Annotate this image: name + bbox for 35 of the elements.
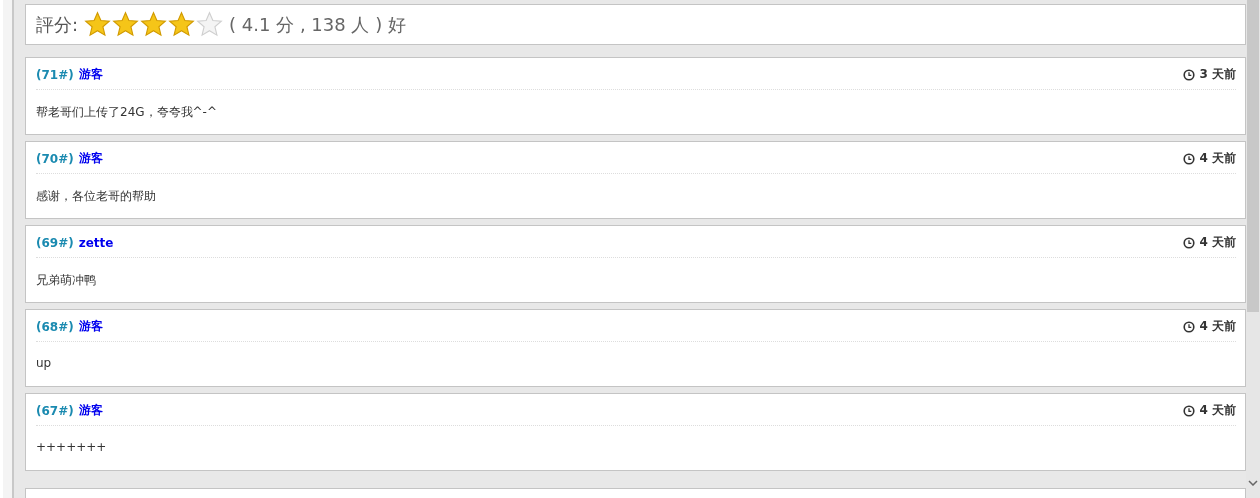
comment-time: 4 天前 — [1199, 318, 1236, 335]
user-link[interactable]: zette — [78, 235, 114, 250]
clock-icon — [1183, 236, 1196, 249]
user-link[interactable]: 游客 — [78, 150, 103, 167]
star-icon — [84, 11, 112, 38]
comment-text: 帮老哥们上传了24G，夸夸我^-^ — [36, 104, 218, 121]
star-icon — [168, 11, 196, 38]
comment-time: 3 天前 — [1199, 66, 1236, 83]
clock-icon — [1183, 68, 1196, 81]
comment-text: 兄弟萌冲鸭 — [36, 272, 97, 289]
clock-icon — [1183, 404, 1196, 417]
floor-number: (67#) — [36, 403, 74, 418]
comment-time: 4 天前 — [1199, 234, 1236, 251]
scroll-thumb[interactable] — [1247, 0, 1259, 312]
user-link[interactable]: 游客 — [78, 318, 103, 335]
scroll-down-icon[interactable] — [1248, 480, 1258, 486]
floor-number: (70#) — [36, 151, 74, 166]
comment-text: +++++++ — [36, 439, 108, 454]
floor-number: (69#) — [36, 235, 74, 250]
comment-text: up — [36, 355, 53, 370]
star-icon — [140, 11, 168, 38]
rating-label: 評分: — [36, 12, 79, 37]
user-link[interactable]: 游客 — [78, 402, 103, 419]
floor-number: (71#) — [36, 67, 74, 82]
comment-time: 4 天前 — [1199, 150, 1236, 167]
floor-number: (68#) — [36, 319, 74, 334]
comment-time: 4 天前 — [1199, 402, 1236, 419]
clock-icon — [1183, 320, 1196, 333]
star-icon — [196, 11, 224, 38]
rating-verdict: 好 — [388, 12, 407, 37]
comment-text: 感谢，各位老哥的帮助 — [36, 188, 157, 205]
clock-icon — [1183, 152, 1196, 165]
star-icon — [112, 11, 140, 38]
user-link[interactable]: 游客 — [78, 66, 103, 83]
rating-summary: ( 4.1 分 , 138 人 ) — [229, 12, 383, 37]
